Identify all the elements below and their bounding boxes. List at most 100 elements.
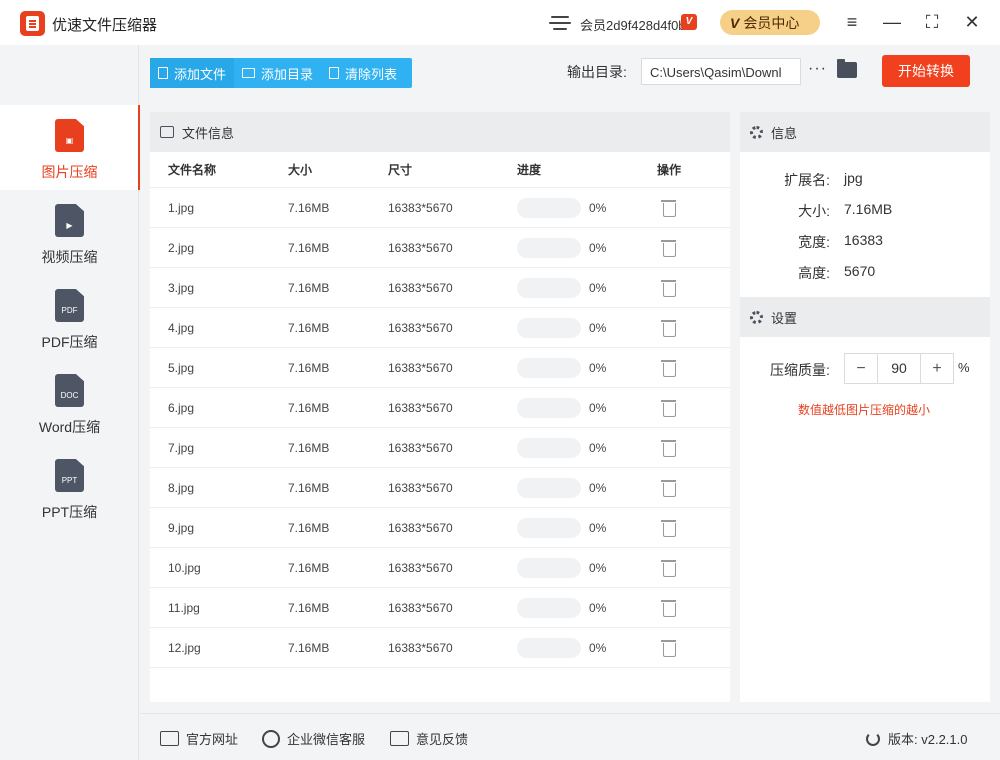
table-row[interactable]: 4.jpg 7.16MB 16383*5670 0%: [150, 308, 730, 348]
col-dimensions: 尺寸: [388, 163, 413, 177]
file-dimensions: 16383*5670: [388, 281, 453, 295]
delete-trash-icon[interactable]: [661, 478, 676, 497]
settings-header: 设置: [740, 297, 990, 337]
progress-percent: 0%: [589, 401, 607, 415]
delete-trash-icon[interactable]: [661, 238, 676, 257]
gear-icon: [750, 310, 763, 324]
feedback-link[interactable]: 意见反馈: [390, 729, 468, 748]
file-size: 7.16MB: [288, 441, 330, 455]
sidebar-item-label: 图片压缩: [41, 164, 98, 180]
file-name: 3.jpg: [168, 281, 195, 295]
file-name: 11.jpg: [168, 601, 200, 615]
quality-increase-button[interactable]: +: [921, 354, 953, 383]
sidebar: ▣ 图片压缩 ▶ 视频压缩 PDF PDF压缩 DOC Word压缩 PPT P…: [0, 45, 140, 760]
member-id[interactable]: 会员2d9f428d4f0b: [580, 15, 686, 34]
file-panel-header: 文件信息: [150, 112, 730, 152]
progress-percent: 0%: [589, 561, 607, 575]
output-dir-label: 输出目录:: [567, 64, 627, 80]
table-row[interactable]: 5.jpg 7.16MB 16383*5670 0%: [150, 348, 730, 388]
file-name: 8.jpg: [168, 481, 195, 495]
file-name: 5.jpg: [168, 361, 195, 375]
progress-bar: [517, 478, 581, 498]
table-row[interactable]: 7.jpg 7.16MB 16383*5670 0%: [150, 428, 730, 468]
progress-percent: 0%: [589, 201, 607, 215]
delete-trash-icon[interactable]: [661, 518, 676, 537]
delete-trash-icon[interactable]: [661, 198, 676, 217]
feedback-label: 意见反馈: [416, 732, 469, 747]
table-row[interactable]: 11.jpg 7.16MB 16383*5670 0%: [150, 588, 730, 628]
vip-center-button[interactable]: V 会员中心: [720, 10, 820, 35]
table-row[interactable]: 12.jpg 7.16MB 16383*5670 0%: [150, 628, 730, 668]
table-row[interactable]: 3.jpg 7.16MB 16383*5670 0%: [150, 268, 730, 308]
delete-trash-icon[interactable]: [661, 638, 676, 657]
feedback-icon: [390, 731, 409, 746]
file-name: 10.jpg: [168, 561, 201, 575]
col-operation: 操作: [657, 163, 682, 177]
output-dir-input[interactable]: C:\Users\Qasim\Downl: [641, 58, 801, 85]
sidebar-item-label: 视频压缩: [41, 249, 98, 265]
menu-icon[interactable]: ≡: [840, 10, 864, 34]
chat-icon: [262, 729, 280, 748]
file-list-panel: 文件信息 文件名称 大小 尺寸 进度 操作 1.jpg 7.16MB 16383*5…: [150, 112, 730, 702]
progress-bar: [517, 278, 581, 298]
clear-list-label: 清除列表: [345, 66, 398, 82]
app-logo-icon: [20, 11, 45, 36]
maximize-icon[interactable]: ⛶: [920, 10, 944, 34]
table-row[interactable]: 6.jpg 7.16MB 16383*5670 0%: [150, 388, 730, 428]
progress-bar: [517, 238, 581, 258]
delete-trash-icon[interactable]: [661, 318, 676, 337]
table-row[interactable]: 8.jpg 7.16MB 16383*5670 0%: [150, 468, 730, 508]
table-header: 文件名称 大小 尺寸 进度 操作: [150, 152, 730, 188]
sidebar-item-label: PDF压缩: [41, 334, 98, 350]
progress-percent: 0%: [589, 521, 607, 535]
sidebar-item-word[interactable]: DOC Word压缩: [0, 360, 139, 445]
file-name: 7.jpg: [168, 441, 195, 455]
version-info[interactable]: 版本: v2.2.1.0: [866, 729, 967, 748]
sidebar-item-ppt[interactable]: PPT PPT压缩: [0, 445, 139, 530]
open-folder-icon[interactable]: [837, 59, 857, 78]
progress-percent: 0%: [589, 361, 607, 375]
website-link[interactable]: 官方网址: [160, 729, 238, 748]
minimize-icon[interactable]: —: [880, 10, 904, 34]
progress-bar: [517, 518, 581, 538]
file-dimensions: 16383*5670: [388, 401, 453, 415]
title-bar: 优速文件压缩器 会员2d9f428d4f0b V V 会员中心 ≡ — ⛶ ✕: [0, 0, 1000, 45]
app-title: 优速文件压缩器: [52, 17, 158, 34]
clear-list-button[interactable]: 清除列表: [321, 58, 405, 88]
sidebar-item-image[interactable]: ▣ 图片压缩: [0, 105, 140, 190]
more-options-button[interactable]: ···: [808, 60, 827, 78]
close-icon[interactable]: ✕: [960, 10, 984, 34]
table-row[interactable]: 9.jpg 7.16MB 16383*5670 0%: [150, 508, 730, 548]
table-row[interactable]: 1.jpg 7.16MB 16383*5670 0%: [150, 188, 730, 228]
member-icon: [549, 16, 571, 30]
sidebar-item-pdf[interactable]: PDF PDF压缩: [0, 275, 139, 360]
delete-trash-icon[interactable]: [661, 558, 676, 577]
progress-bar: [517, 598, 581, 618]
add-file-button[interactable]: 添加文件: [150, 58, 235, 88]
folder-icon: [242, 68, 256, 78]
table-row[interactable]: 10.jpg 7.16MB 16383*5670 0%: [150, 548, 730, 588]
video-file-icon: ▶: [55, 204, 84, 237]
delete-trash-icon[interactable]: [661, 358, 676, 377]
delete-trash-icon[interactable]: [661, 398, 676, 417]
quality-input[interactable]: 90: [877, 354, 921, 383]
delete-trash-icon[interactable]: [661, 438, 676, 457]
image-icon: [160, 126, 174, 138]
info-panel: 信息 扩展名: jpg 大小: 7.16MB 宽度: 16383 高度: 567…: [740, 112, 990, 702]
quality-decrease-button[interactable]: −: [845, 354, 877, 383]
info-ext-value: jpg: [844, 170, 863, 186]
sidebar-item-label: Word压缩: [38, 419, 101, 435]
table-row[interactable]: 2.jpg 7.16MB 16383*5670 0%: [150, 228, 730, 268]
delete-trash-icon[interactable]: [661, 278, 676, 297]
add-directory-button[interactable]: 添加目录: [234, 58, 321, 88]
progress-bar: [517, 638, 581, 658]
file-dimensions: 16383*5670: [388, 481, 453, 495]
image-file-icon: ▣: [55, 119, 84, 152]
progress-bar: [517, 318, 581, 338]
progress-percent: 0%: [589, 321, 607, 335]
delete-trash-icon[interactable]: [661, 598, 676, 617]
sidebar-item-video[interactable]: ▶ 视频压缩: [0, 190, 139, 275]
wechat-support-link[interactable]: 企业微信客服: [262, 729, 365, 748]
start-convert-button[interactable]: 开始转换: [882, 55, 970, 87]
file-size: 7.16MB: [288, 521, 330, 535]
